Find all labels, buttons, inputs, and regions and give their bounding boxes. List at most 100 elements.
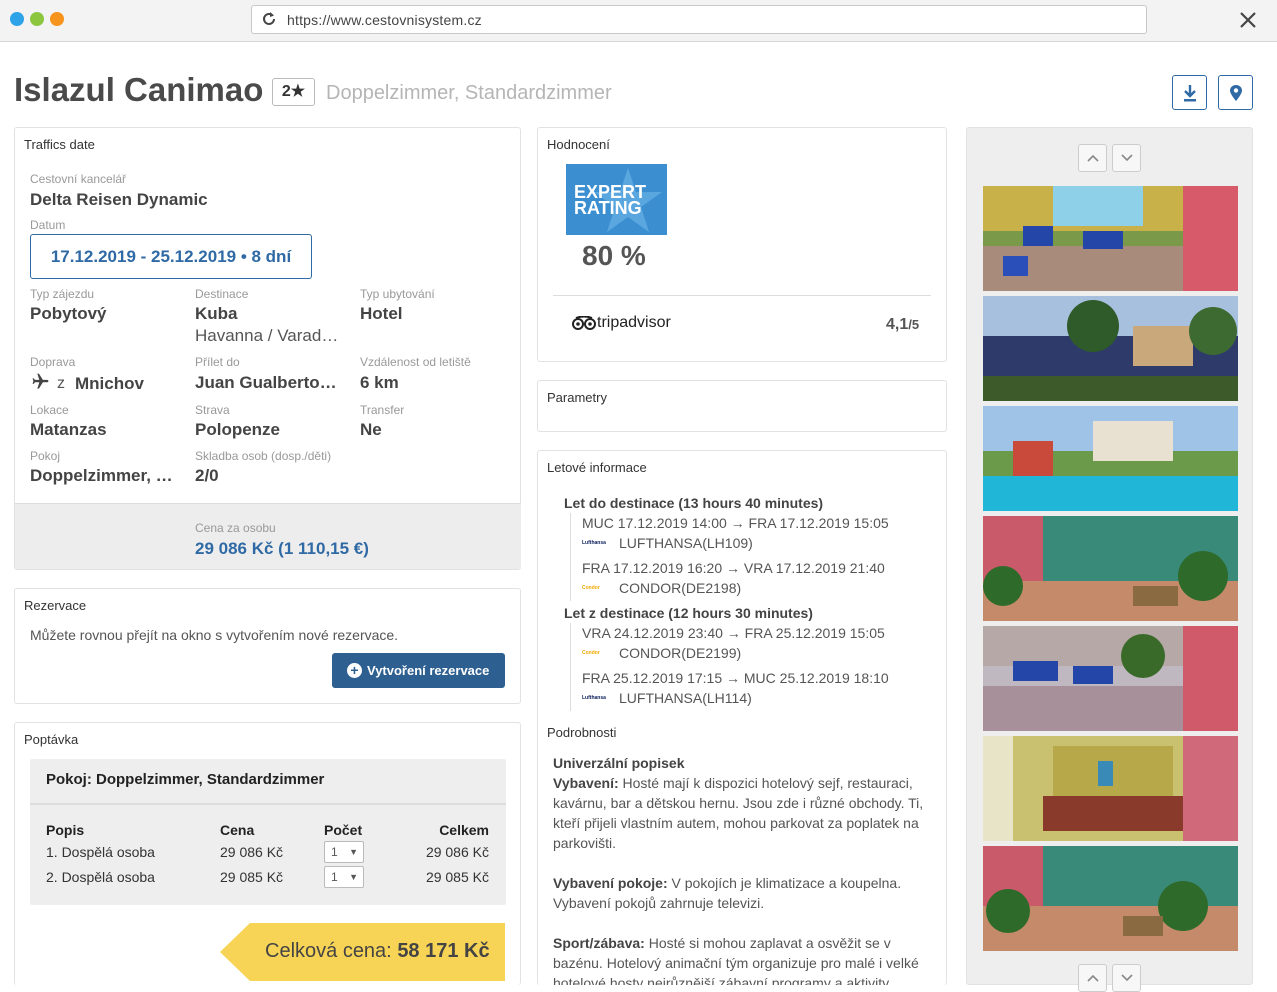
room-equipment-label: Vybavení pokoje: [553, 875, 668, 891]
map-button[interactable] [1218, 75, 1253, 110]
col-price: Cena [220, 822, 255, 838]
board-value: Polopenze [195, 420, 281, 439]
browser-toolbar: https://www.cestovnisystem.cz [0, 0, 1277, 42]
hotel-photo-mural-2[interactable] [983, 846, 1238, 951]
room-subtitle: Doppelzimmer, Standardzimmer [326, 82, 612, 104]
expert-rating-badge: EXPERT RATING [566, 164, 667, 235]
arrival-value: Juan Gualberto… [195, 373, 337, 392]
sport-label: Sport/zábava: [553, 935, 645, 951]
outbound-leg1-airline: LUFTHANSA(LH109) [619, 535, 753, 551]
transport-label: Doprava [30, 355, 76, 369]
window-dot-blue[interactable] [10, 12, 24, 26]
row1-description: 1. Dospělá osoba [46, 844, 155, 860]
close-icon[interactable] [1238, 10, 1258, 30]
hotel-photo-pool[interactable] [983, 406, 1238, 511]
address-bar[interactable]: https://www.cestovnisystem.cz [251, 5, 1147, 34]
return-leg1-airline: CONDOR(DE2199) [619, 645, 742, 661]
total-label: Celková cena: [265, 940, 392, 962]
reload-icon[interactable] [260, 10, 278, 28]
flights-card: Letové informace Let do destinace (13 ho… [537, 450, 947, 985]
total-price: Celková cena: 58 171 Kč [265, 940, 490, 963]
return-leg2-airline: LUFTHANSA(LH114) [619, 690, 752, 706]
window-dot-orange[interactable] [50, 12, 64, 26]
row2-total: 29 085 Kč [425, 869, 489, 885]
row1-quantity-select[interactable]: 1 ▼ [324, 841, 364, 863]
date-selector[interactable]: 17.12.2019 - 25.12.2019 • 8 dní [30, 234, 312, 279]
flights-heading: Letové informace [547, 460, 647, 475]
create-reservation-button[interactable]: + Vytvoření rezervace [332, 653, 505, 688]
transport-value: Mnichov [75, 374, 144, 393]
chevron-down-icon [1121, 974, 1133, 982]
url-text: https://www.cestovnisystem.cz [287, 12, 482, 28]
chevron-up-icon [1087, 154, 1099, 162]
price-footer: Cena za osobu 29 086 Kč (1 110,15 €) [15, 503, 521, 569]
condor-logo: Condor [582, 585, 600, 591]
col-total: Celkem [439, 822, 489, 838]
universal-label: Univerzální popisek [553, 755, 685, 771]
condor-logo: Condor [582, 650, 600, 656]
divider [553, 295, 931, 296]
destination-value: Kuba [195, 304, 238, 323]
map-pin-icon [1230, 85, 1242, 101]
tripadvisor-wordmark: tripadvisor [597, 314, 671, 331]
chevron-down-icon: ▼ [349, 847, 358, 857]
gallery-up-button-bottom[interactable] [1078, 964, 1107, 992]
details-text: Univerzální popisek Vybavení: Hosté mají… [553, 753, 938, 985]
gallery-down-button-bottom[interactable] [1112, 964, 1141, 992]
tripadvisor-score-value: 4,1 [886, 316, 909, 333]
price-label: Cena za osobu [195, 521, 276, 535]
inquiry-room-box: Pokoj: Doppelzimmer, Standardzimmer Popi… [30, 759, 506, 905]
price-value: 29 086 Kč (1 110,15 €) [195, 539, 369, 558]
reservation-heading: Rezervace [24, 598, 87, 613]
star-rating-badge: 2★ [272, 78, 315, 106]
traffics-heading: Traffics date [24, 137, 95, 152]
tripadvisor-score: 4,1/5 [886, 316, 919, 334]
hotel-title: Islazul Canimao [14, 71, 264, 108]
expert-percent: 80 % [582, 240, 646, 271]
room-label: Pokoj [30, 449, 61, 463]
col-quantity: Počet [324, 822, 363, 838]
outbound-leg1-route: MUC 17.12.2019 14:00 → FRA 17.12.2019 15… [582, 515, 889, 531]
trip-type-value: Pobytový [30, 304, 107, 323]
lufthansa-logo: Lufthansa [582, 695, 606, 701]
hotel-photo-lobby[interactable] [983, 186, 1238, 291]
gallery-down-button[interactable] [1112, 144, 1141, 172]
room-value: Doppelzimmer, … [30, 466, 173, 485]
equipment-label: Vybavení: [553, 775, 619, 791]
create-reservation-label: Vytvoření rezervace [367, 663, 490, 678]
window-dot-green[interactable] [30, 12, 44, 26]
trip-type-label: Typ zájezdu [30, 287, 95, 301]
details-heading: Podrobnosti [547, 725, 617, 740]
outbound-line [570, 513, 571, 601]
accommodation-value: Hotel [360, 304, 403, 323]
distance-label: Vzdálenost od letiště [360, 355, 471, 369]
return-leg2-route: FRA 25.12.2019 17:15 → MUC 25.12.2019 18… [582, 670, 889, 686]
hotel-photo-mural[interactable] [983, 516, 1238, 621]
row2-price: 29 085 Kč [220, 869, 284, 885]
lufthansa-logo: Lufthansa [582, 540, 606, 546]
chevron-down-icon [1121, 154, 1133, 162]
hotel-photo-building[interactable] [983, 296, 1238, 401]
chevron-down-icon: ▼ [349, 872, 358, 882]
plus-circle-icon: + [347, 663, 362, 678]
tripadvisor-logo: tripadvisor [597, 314, 671, 332]
distance-value: 6 km [360, 373, 399, 392]
destination-sub: Havanna / Varad… [195, 326, 339, 345]
date-label: Datum [30, 218, 66, 232]
total-value: 58 171 Kč [397, 940, 490, 962]
transfer-label: Transfer [360, 403, 405, 417]
photo-gallery [966, 127, 1253, 992]
gallery-up-button[interactable] [1078, 144, 1107, 172]
hotel-photo-lobby-2[interactable] [983, 626, 1238, 731]
chevron-up-icon [1087, 974, 1099, 982]
transfer-value: Ne [360, 420, 382, 439]
destination-label: Destinace [195, 287, 249, 301]
location-label: Lokace [30, 403, 69, 417]
download-button[interactable] [1172, 75, 1207, 110]
tripadvisor-score-max: /5 [908, 317, 920, 332]
rating-card: Hodnocení EXPERT RATING 80 % tripadvisor… [537, 127, 947, 362]
row2-quantity-select[interactable]: 1 ▼ [324, 866, 364, 888]
hotel-photo-reception[interactable] [983, 736, 1238, 841]
agency-value: Delta Reisen Dynamic [30, 190, 208, 209]
arrival-label: Přílet do [195, 355, 240, 369]
